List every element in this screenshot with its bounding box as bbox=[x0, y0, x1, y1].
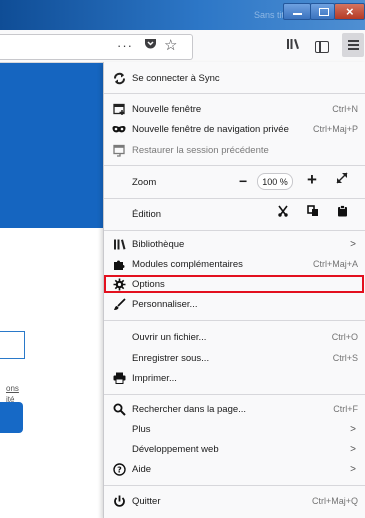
menu-item-help[interactable]: ? Aide > bbox=[104, 458, 365, 480]
zoom-in-button[interactable]: + bbox=[307, 170, 317, 190]
menu-item-label: Rechercher dans la page... bbox=[132, 403, 247, 415]
menu-item-more[interactable]: Plus > bbox=[104, 418, 365, 440]
shortcut-label: Ctrl+O bbox=[331, 332, 358, 342]
menu-item-label: Ouvrir un fichier... bbox=[132, 331, 207, 343]
page-input-field[interactable] bbox=[0, 331, 25, 359]
printer-icon bbox=[112, 371, 126, 385]
menu-item-print[interactable]: Imprimer... bbox=[104, 367, 365, 389]
library-icon bbox=[112, 237, 126, 251]
pocket-icon[interactable] bbox=[144, 37, 157, 55]
menu-item-label: Plus bbox=[132, 423, 151, 435]
svg-text:?: ? bbox=[117, 465, 122, 474]
menu-item-addons[interactable]: Modules complémentaires Ctrl+Maj+A bbox=[104, 253, 365, 275]
library-icon[interactable] bbox=[286, 37, 300, 55]
menu-separator bbox=[104, 230, 365, 231]
menu-separator bbox=[104, 394, 365, 395]
sync-icon bbox=[112, 71, 126, 85]
menu-item-zoom: Zoom − 100 % + bbox=[104, 170, 365, 194]
hamburger-menu-button[interactable] bbox=[342, 33, 364, 57]
menu-item-label: Restaurer la session précédente bbox=[132, 144, 269, 156]
close-window-button[interactable] bbox=[334, 3, 365, 20]
menu-item-restore-session[interactable]: Restaurer la session précédente bbox=[104, 139, 365, 161]
fullscreen-icon[interactable] bbox=[336, 172, 348, 187]
search-icon bbox=[112, 402, 126, 416]
hamburger-icon bbox=[348, 40, 359, 42]
menu-item-label: Bibliothèque bbox=[132, 238, 185, 250]
menu-item-label: Développement web bbox=[132, 443, 219, 455]
help-icon: ? bbox=[112, 462, 126, 476]
menu-item-label: Nouvelle fenêtre bbox=[132, 103, 202, 115]
shortcut-label: Ctrl+Maj+Q bbox=[311, 496, 358, 506]
highlight-box bbox=[104, 275, 364, 293]
page-actions-icon[interactable]: ··· bbox=[117, 37, 133, 55]
menu-item-find[interactable]: Rechercher dans la page... Ctrl+F bbox=[104, 398, 365, 420]
menu-item-label: Personnaliser... bbox=[132, 298, 198, 310]
page-link[interactable]: ons bbox=[6, 384, 19, 393]
menu-item-label: Édition bbox=[132, 208, 162, 220]
window-titlebar: Sans titre bbox=[0, 0, 365, 30]
chevron-right-icon: > bbox=[350, 443, 356, 455]
shortcut-label: Ctrl+F bbox=[333, 404, 358, 414]
menu-item-label: Aide bbox=[132, 463, 152, 475]
app-menu-panel: Se connecter à Sync Nouvelle fenêtre Ctr… bbox=[103, 62, 365, 518]
chevron-right-icon: > bbox=[350, 238, 356, 250]
bookmark-star-icon[interactable]: ☆ bbox=[164, 37, 177, 55]
menu-item-edit: Édition bbox=[104, 202, 365, 226]
menu-separator bbox=[104, 485, 365, 486]
puzzle-piece-icon bbox=[112, 257, 126, 271]
new-window-icon bbox=[112, 102, 126, 116]
page-content: ons ité bbox=[0, 63, 105, 518]
menu-item-label: Nouvelle fenêtre de navigation privée bbox=[132, 123, 289, 135]
chevron-right-icon: > bbox=[350, 423, 356, 435]
minimize-button[interactable] bbox=[283, 3, 311, 20]
cut-icon[interactable] bbox=[277, 205, 289, 220]
menu-item-label: Se connecter à Sync bbox=[132, 72, 220, 84]
menu-item-quit[interactable]: Quitter Ctrl+Maj+Q bbox=[104, 490, 365, 512]
copy-icon[interactable] bbox=[307, 205, 319, 220]
paintbrush-icon bbox=[112, 297, 126, 311]
maximize-button[interactable] bbox=[310, 3, 335, 20]
navigation-toolbar: ··· ☆ bbox=[0, 30, 365, 63]
paste-icon[interactable] bbox=[337, 205, 348, 220]
menu-separator bbox=[104, 198, 365, 199]
menu-item-sync[interactable]: Se connecter à Sync bbox=[104, 67, 365, 89]
shortcut-label: Ctrl+N bbox=[332, 104, 358, 114]
zoom-out-button[interactable]: − bbox=[239, 173, 247, 189]
menu-separator bbox=[104, 165, 365, 166]
menu-item-save-as[interactable]: Enregistrer sous... Ctrl+S bbox=[104, 347, 365, 369]
menu-item-label: Quitter bbox=[132, 495, 161, 507]
menu-item-customize[interactable]: Personnaliser... bbox=[104, 293, 365, 315]
menu-item-new-window[interactable]: Nouvelle fenêtre Ctrl+N bbox=[104, 98, 365, 120]
menu-item-label: Imprimer... bbox=[132, 372, 177, 384]
sidebar-icon[interactable] bbox=[315, 41, 329, 53]
page-panel bbox=[0, 228, 105, 518]
menu-separator bbox=[104, 93, 365, 94]
chevron-right-icon: > bbox=[350, 463, 356, 475]
menu-item-label: Modules complémentaires bbox=[132, 258, 243, 270]
menu-separator bbox=[104, 320, 365, 321]
menu-item-label: Zoom bbox=[132, 176, 157, 188]
zoom-reset-button[interactable]: 100 % bbox=[257, 173, 293, 190]
menu-item-private-window[interactable]: Nouvelle fenêtre de navigation privée Ct… bbox=[104, 118, 365, 140]
shortcut-label: Ctrl+Maj+A bbox=[312, 259, 358, 269]
private-mask-icon bbox=[112, 122, 126, 136]
menu-item-web-developer[interactable]: Développement web > bbox=[104, 438, 365, 460]
shortcut-label: Ctrl+S bbox=[332, 353, 358, 363]
restore-session-icon bbox=[112, 143, 126, 157]
menu-item-open-file[interactable]: Ouvrir un fichier... Ctrl+O bbox=[104, 326, 365, 348]
shortcut-label: Ctrl+Maj+P bbox=[312, 124, 358, 134]
page-button[interactable] bbox=[0, 402, 23, 433]
menu-item-label: Enregistrer sous... bbox=[132, 352, 210, 364]
menu-item-library[interactable]: Bibliothèque > bbox=[104, 233, 365, 255]
power-icon bbox=[112, 494, 126, 508]
